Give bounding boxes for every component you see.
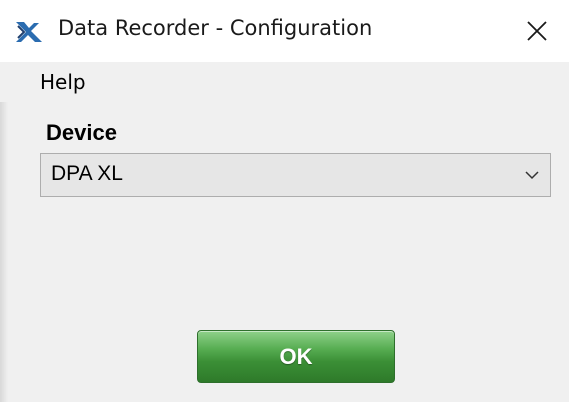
window-title: Data Recorder - Configuration	[58, 16, 373, 40]
ok-button[interactable]: OK	[197, 330, 395, 383]
menu-bar: Help	[0, 62, 569, 102]
device-label: Device	[46, 120, 117, 145]
device-dropdown[interactable]: DPA XL	[40, 153, 551, 197]
data-recorder-logo-icon	[16, 22, 42, 42]
menu-help[interactable]: Help	[40, 70, 86, 94]
left-edge	[0, 102, 8, 402]
device-selected-value: DPA XL	[51, 162, 123, 185]
close-icon	[527, 21, 547, 41]
chevron-down-icon	[525, 171, 539, 180]
close-button[interactable]	[505, 0, 569, 62]
ok-button-label: OK	[279, 343, 313, 369]
config-window: Data Recorder - Configuration Help Devic…	[0, 0, 569, 402]
title-bar: Data Recorder - Configuration	[0, 0, 569, 62]
